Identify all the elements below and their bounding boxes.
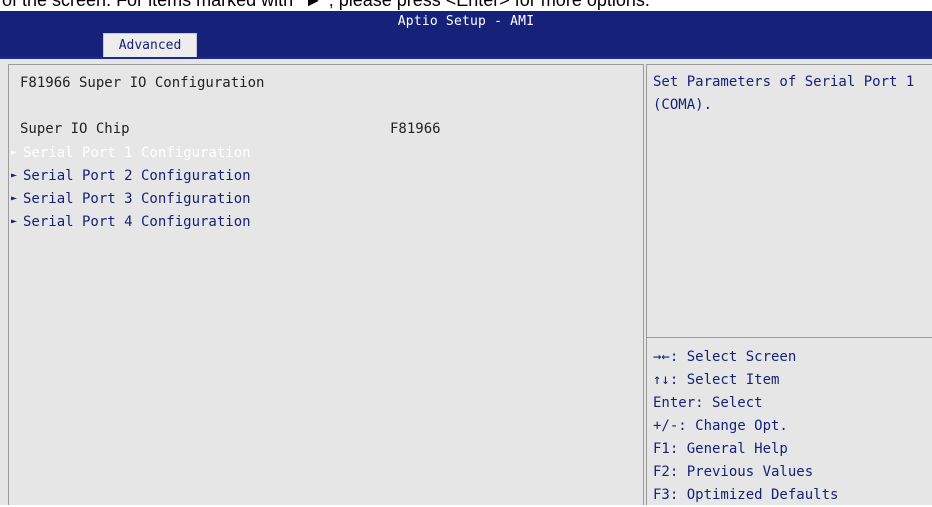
menu-item-label: Serial Port 4 Configuration	[23, 214, 251, 230]
key-general-help: F1: General Help	[653, 441, 788, 457]
menu-item-label: Serial Port 3 Configuration	[23, 191, 251, 207]
menu-item-label: Serial Port 2 Configuration	[23, 168, 251, 184]
main-panel: F81966 Super IO Configuration Super IO C…	[8, 64, 644, 505]
help-panel: Set Parameters of Serial Port 1 (COMA).	[646, 64, 932, 338]
key-change-option: +/-: Change Opt.	[653, 418, 788, 434]
tab-advanced[interactable]: Advanced	[103, 33, 197, 57]
document-caption: of the screen. For items marked with "►"…	[0, 0, 932, 11]
section-title: F81966 Super IO Configuration	[20, 75, 265, 91]
key-previous-values: F2: Previous Values	[653, 464, 814, 480]
menu-item-serial-port-3[interactable]: ► Serial Port 3 Configuration	[11, 189, 251, 209]
key-optimized-defaults: F3: Optimized Defaults	[653, 487, 839, 503]
key-select-item: ↑↓: Select Item	[653, 372, 780, 388]
key-legend-panel: →←: Select Screen ↑↓: Select Item Enter:…	[646, 337, 932, 505]
app-title: Aptio Setup - AMI	[397, 14, 535, 29]
setup-frame: F81966 Super IO Configuration Super IO C…	[0, 59, 932, 505]
key-enter-select: Enter: Select	[653, 395, 763, 411]
menu-item-serial-port-1[interactable]: ► Serial Port 1 Configuration	[11, 143, 251, 163]
super-io-chip-value: F81966	[390, 121, 441, 137]
submenu-arrow-icon: ►	[11, 216, 18, 227]
help-text: Set Parameters of Serial Port 1 (COMA).	[653, 74, 915, 113]
submenu-arrow-icon: ►	[11, 170, 18, 181]
menu-item-serial-port-2[interactable]: ► Serial Port 2 Configuration	[11, 166, 251, 186]
key-legend: →←: Select Screen ↑↓: Select Item Enter:…	[653, 346, 838, 507]
menu-item-serial-port-4[interactable]: ► Serial Port 4 Configuration	[11, 212, 251, 232]
submenu-arrow-icon: ►	[11, 193, 18, 204]
title-bar: Aptio Setup - AMI Advanced	[0, 11, 932, 59]
super-io-chip-label: Super IO Chip	[20, 121, 130, 137]
caption-text: of the screen. For items marked with "►"…	[2, 0, 650, 10]
key-select-screen: →←: Select Screen	[653, 349, 797, 365]
submenu-arrow-icon: ►	[11, 147, 18, 158]
menu-item-label: Serial Port 1 Configuration	[23, 145, 251, 161]
